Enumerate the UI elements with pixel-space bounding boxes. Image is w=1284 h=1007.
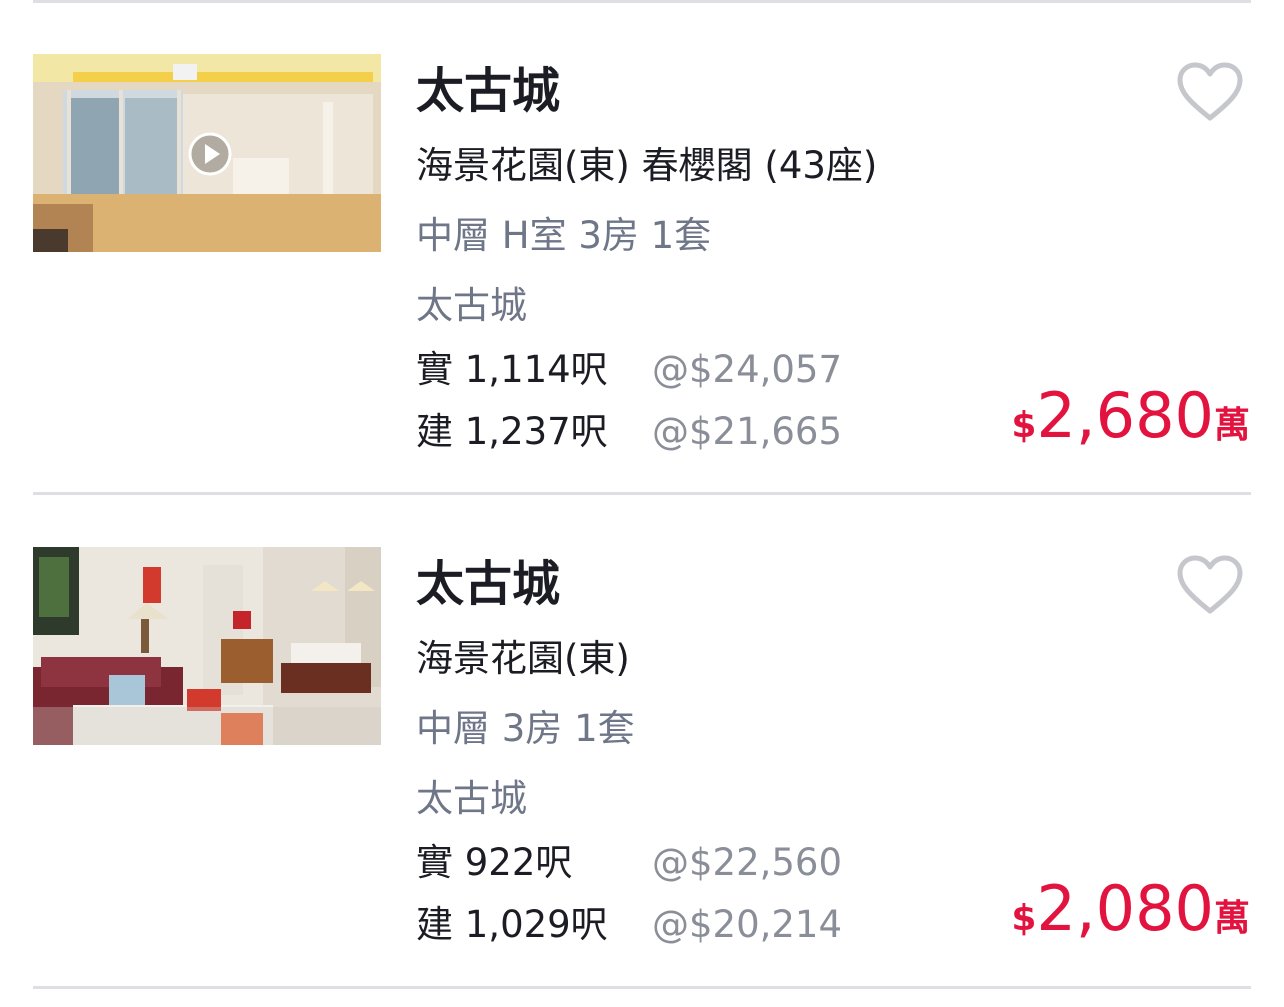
divider-top: [33, 0, 1251, 3]
gross-area-row: 建 1,237呎 @$21,665: [416, 402, 842, 462]
building-name: 海景花園(東): [416, 637, 630, 680]
saleable-area-row: 實 1,114呎 @$24,057: [416, 340, 842, 400]
gross-unit-price: @$21,665: [652, 410, 843, 453]
heart-outline-icon[interactable]: [1176, 555, 1244, 617]
gross-area: 建 1,029呎: [416, 903, 608, 946]
listing-thumbnail[interactable]: [33, 547, 381, 745]
price-unit: 萬: [1213, 405, 1250, 446]
divider-middle: [33, 492, 1251, 495]
listing-card[interactable]: 太古城 海景花園(東) 春櫻閣 (43座) 中層 H室 3房 1套 太古城 實 …: [0, 54, 1284, 514]
price-amount: 2,680: [1036, 379, 1214, 452]
price-unit: 萬: [1213, 898, 1250, 939]
saleable-area: 實 1,114呎: [416, 348, 608, 391]
estate-name: 太古城: [416, 556, 561, 612]
unit-details: 中層 H室 3房 1套: [416, 214, 712, 257]
saleable-unit-price: @$24,057: [652, 348, 843, 391]
gross-area: 建 1,237呎: [416, 410, 608, 453]
district-name: 太古城: [416, 284, 527, 327]
unit-details: 中層 3房 1套: [416, 707, 635, 750]
price-amount: 2,080: [1036, 872, 1214, 945]
listing-card[interactable]: 太古城 海景花園(東) 中層 3房 1套 太古城 實 922呎 @$22,560…: [0, 547, 1284, 1007]
gross-unit-price: @$20,214: [652, 903, 843, 946]
listing-thumbnail[interactable]: [33, 54, 381, 252]
play-icon[interactable]: [188, 132, 232, 176]
price-currency: $: [1011, 898, 1037, 939]
divider-bottom: [33, 986, 1251, 989]
heart-outline-icon[interactable]: [1176, 62, 1244, 124]
saleable-unit-price: @$22,560: [652, 841, 843, 884]
building-name: 海景花園(東) 春櫻閣 (43座): [416, 144, 878, 187]
gross-area-row: 建 1,029呎 @$20,214: [416, 895, 842, 955]
district-name: 太古城: [416, 777, 527, 820]
estate-name: 太古城: [416, 63, 561, 119]
saleable-area-row: 實 922呎 @$22,560: [416, 833, 842, 893]
saleable-area: 實 922呎: [416, 841, 573, 884]
listing-price: $2,080萬: [1011, 869, 1250, 965]
price-currency: $: [1011, 405, 1037, 446]
listing-price: $2,680萬: [1011, 376, 1250, 472]
